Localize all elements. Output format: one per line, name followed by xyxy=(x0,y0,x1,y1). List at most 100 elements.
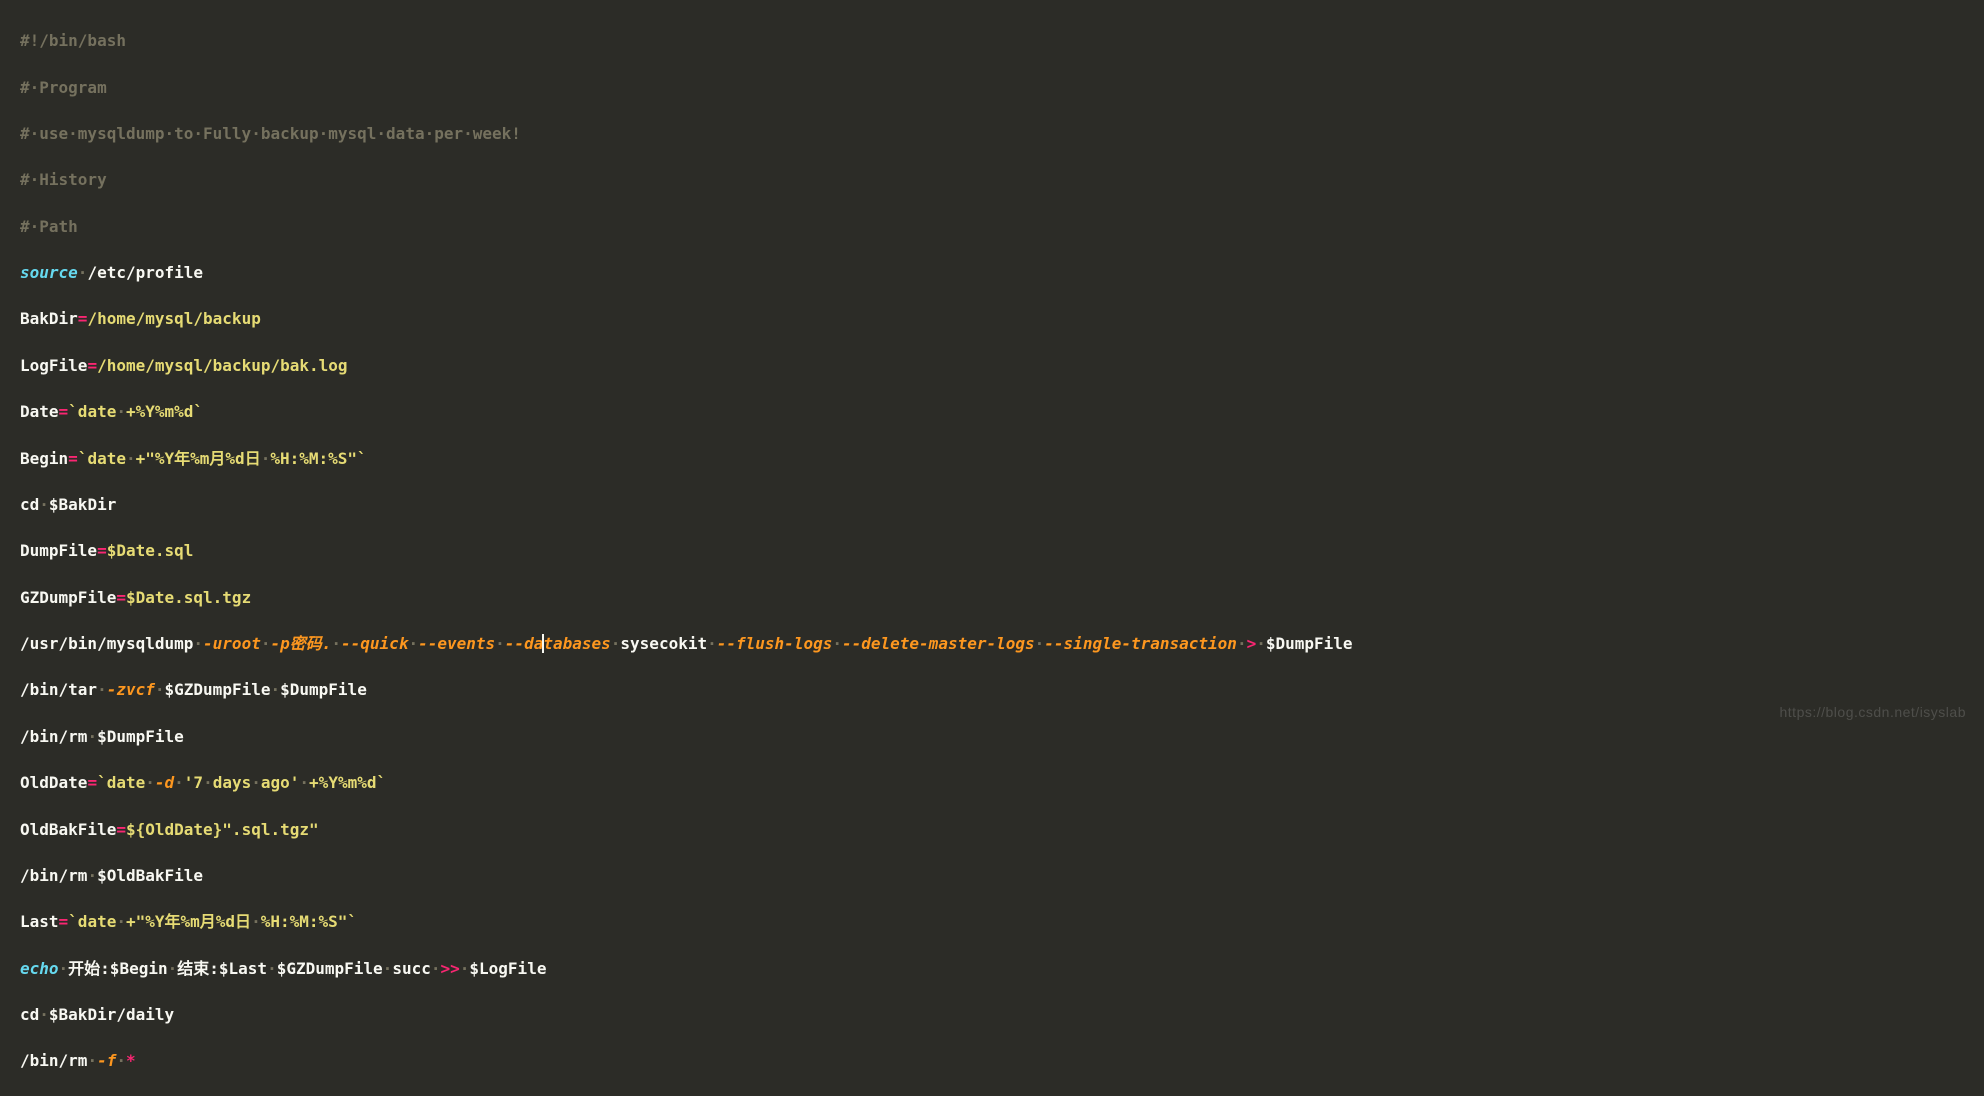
variable-name: OldDate xyxy=(20,773,87,792)
option: --flush-logs xyxy=(717,634,833,653)
variable-name: BakDir xyxy=(20,309,78,328)
space-dot: · xyxy=(116,1051,126,1070)
option: --quick xyxy=(341,634,408,653)
space-dot: · xyxy=(383,959,393,978)
space-dot: · xyxy=(145,773,155,792)
argument: 结束:$Last xyxy=(177,959,267,978)
variable-name: Last xyxy=(20,912,59,931)
space-dot: · xyxy=(495,634,505,653)
space-dot: · xyxy=(1256,634,1266,653)
space-dot: · xyxy=(270,680,280,699)
string: %H:%M:%S"` xyxy=(261,912,357,931)
comment: #·Path xyxy=(20,217,78,236)
space-dot: · xyxy=(408,634,418,653)
space-dot: · xyxy=(87,1051,97,1070)
comment: #·Program xyxy=(20,78,107,97)
comment: #!/bin/bash xyxy=(20,31,126,50)
command: /usr/bin/mysqldump xyxy=(20,634,193,653)
option: --da xyxy=(505,634,544,653)
comment: #·use·mysqldump·to·Fully·backup·mysql·da… xyxy=(20,124,521,143)
command: /bin/tar xyxy=(20,680,97,699)
space-dot: · xyxy=(251,773,261,792)
space-dot: · xyxy=(331,634,341,653)
equals: = xyxy=(97,541,107,560)
argument: 开始:$Begin xyxy=(68,959,167,978)
command: /bin/rm xyxy=(20,866,87,885)
redirect: >> xyxy=(440,959,459,978)
equals: = xyxy=(116,820,126,839)
argument: $BakDir xyxy=(49,495,116,514)
string: `date xyxy=(78,449,126,468)
space-dot: · xyxy=(261,449,271,468)
argument: $DumpFile xyxy=(1266,634,1353,653)
argument: succ xyxy=(392,959,431,978)
option: -p密码. xyxy=(270,634,331,653)
string: $Date.sql xyxy=(107,541,194,560)
argument: $GZDumpFile xyxy=(165,680,271,699)
string: `date xyxy=(97,773,145,792)
argument: $OldBakFile xyxy=(97,866,203,885)
space-dot: · xyxy=(78,263,88,282)
equals: = xyxy=(87,773,97,792)
option: tabases xyxy=(543,634,610,653)
space-dot: · xyxy=(251,912,261,931)
option: --single-transaction xyxy=(1044,634,1237,653)
string: +%Y%m%d` xyxy=(126,402,203,421)
equals: = xyxy=(68,449,78,468)
string: ${OldDate}".sql.tgz" xyxy=(126,820,319,839)
variable-name: DumpFile xyxy=(20,541,97,560)
space-dot: · xyxy=(267,959,277,978)
option: -uroot xyxy=(203,634,261,653)
string: %H:%M:%S"` xyxy=(270,449,366,468)
space-dot: · xyxy=(116,402,126,421)
glob-star: * xyxy=(126,1051,136,1070)
variable-name: Date xyxy=(20,402,59,421)
keyword-echo: echo xyxy=(20,959,59,978)
command: cd xyxy=(20,495,39,514)
space-dot: · xyxy=(832,634,842,653)
option: --delete-master-logs xyxy=(842,634,1035,653)
argument: $DumpFile xyxy=(280,680,367,699)
variable-name: LogFile xyxy=(20,356,87,375)
equals: = xyxy=(116,588,126,607)
argument: $BakDir/daily xyxy=(49,1005,174,1024)
option: -d xyxy=(155,773,174,792)
string: ago' xyxy=(261,773,300,792)
option: -f xyxy=(97,1051,116,1070)
space-dot: · xyxy=(155,680,165,699)
variable-name: Begin xyxy=(20,449,68,468)
redirect: > xyxy=(1247,634,1257,653)
space-dot: · xyxy=(168,959,178,978)
string: +%Y%m%d` xyxy=(309,773,386,792)
keyword-source: source xyxy=(20,263,78,282)
string: +"%Y年%m月%d日 xyxy=(126,912,251,931)
string: days xyxy=(213,773,252,792)
equals: = xyxy=(59,912,69,931)
watermark: https://blog.csdn.net/isyslab xyxy=(1780,702,1967,722)
variable-name: GZDumpFile xyxy=(20,588,116,607)
path: /etc/profile xyxy=(87,263,203,282)
space-dot: · xyxy=(97,680,107,699)
string: /home/mysql/backup/bak.log xyxy=(97,356,347,375)
space-dot: · xyxy=(39,495,49,514)
string: '7 xyxy=(184,773,203,792)
space-dot: · xyxy=(193,634,203,653)
string: /home/mysql/backup xyxy=(87,309,260,328)
space-dot: · xyxy=(1237,634,1247,653)
space-dot: · xyxy=(39,1005,49,1024)
code-editor[interactable]: #!/bin/bash #·Program #·use·mysqldump·to… xyxy=(0,6,1984,1096)
string: `date xyxy=(68,402,116,421)
command: /bin/rm xyxy=(20,1051,87,1070)
command: cd xyxy=(20,1005,39,1024)
argument: $LogFile xyxy=(469,959,546,978)
equals: = xyxy=(87,356,97,375)
string: $Date.sql.tgz xyxy=(126,588,251,607)
space-dot: · xyxy=(707,634,717,653)
space-dot: · xyxy=(59,959,69,978)
space-dot: · xyxy=(126,449,136,468)
space-dot: · xyxy=(460,959,470,978)
variable-name: OldBakFile xyxy=(20,820,116,839)
space-dot: · xyxy=(203,773,213,792)
option: --events xyxy=(418,634,495,653)
space-dot: · xyxy=(87,866,97,885)
